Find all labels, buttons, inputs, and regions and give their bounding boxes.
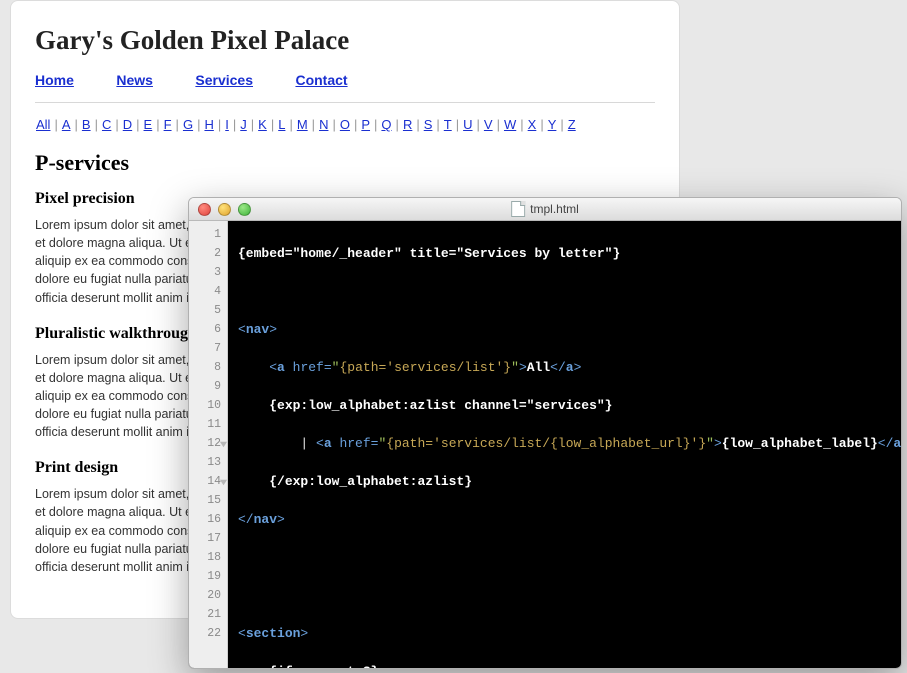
az-link-all[interactable]: All <box>35 117 51 132</box>
line-number: 19 <box>189 567 227 586</box>
az-link-c[interactable]: C <box>101 117 112 132</box>
az-separator: | <box>433 117 442 132</box>
az-separator: | <box>248 117 257 132</box>
az-link-h[interactable]: H <box>203 117 214 132</box>
az-separator: | <box>51 117 60 132</box>
line-gutter: 12345678910111213141516171819202122 <box>189 221 228 669</box>
window-title: tmpl.html <box>511 201 579 217</box>
line-number: 10 <box>189 396 227 415</box>
az-separator: | <box>474 117 483 132</box>
az-link-u[interactable]: U <box>462 117 473 132</box>
az-link-g[interactable]: G <box>182 117 194 132</box>
az-link-m[interactable]: M <box>296 117 309 132</box>
az-link-q[interactable]: Q <box>380 117 392 132</box>
line-number: 11 <box>189 415 227 434</box>
line-number: 15 <box>189 491 227 510</box>
fold-marker-icon[interactable] <box>219 437 228 446</box>
az-link-f[interactable]: F <box>163 117 173 132</box>
az-link-s[interactable]: S <box>423 117 434 132</box>
site-title: Gary's Golden Pixel Palace <box>35 25 655 56</box>
filename: tmpl.html <box>530 202 579 216</box>
line-number: 8 <box>189 358 227 377</box>
line-number: 22 <box>189 624 227 643</box>
az-separator: | <box>413 117 422 132</box>
az-separator: | <box>133 117 142 132</box>
az-link-v[interactable]: V <box>483 117 494 132</box>
az-link-o[interactable]: O <box>339 117 351 132</box>
line-number: 17 <box>189 529 227 548</box>
az-link-t[interactable]: T <box>443 117 453 132</box>
section-heading: P-services <box>35 150 655 176</box>
fold-marker-icon[interactable] <box>219 475 228 484</box>
nav-services[interactable]: Services <box>195 72 253 88</box>
code-editor-window: tmpl.html 123456789101112131415161718192… <box>188 197 902 669</box>
az-separator: | <box>153 117 162 132</box>
az-link-w[interactable]: W <box>503 117 517 132</box>
line-number: 12 <box>189 434 227 453</box>
az-link-r[interactable]: R <box>402 117 413 132</box>
az-separator: | <box>371 117 380 132</box>
line-number: 21 <box>189 605 227 624</box>
window-titlebar[interactable]: tmpl.html <box>189 198 901 221</box>
az-separator: | <box>517 117 526 132</box>
az-link-y[interactable]: Y <box>547 117 558 132</box>
alphabet-nav: All|A|B|C|D|E|F|G|H|I|J|K|L|M|N|O|P|Q|R|… <box>35 117 655 132</box>
nav-contact[interactable]: Contact <box>295 72 347 88</box>
az-link-z[interactable]: Z <box>567 117 577 132</box>
az-link-b[interactable]: B <box>81 117 92 132</box>
line-number: 14 <box>189 472 227 491</box>
az-separator: | <box>453 117 462 132</box>
line-number: 5 <box>189 301 227 320</box>
minimize-icon[interactable] <box>218 203 231 216</box>
az-separator: | <box>72 117 81 132</box>
line-number: 2 <box>189 244 227 263</box>
az-separator: | <box>112 117 121 132</box>
line-number: 6 <box>189 320 227 339</box>
code-area[interactable]: {embed="home/_header" title="Services by… <box>228 221 901 669</box>
line-number: 3 <box>189 263 227 282</box>
az-separator: | <box>309 117 318 132</box>
line-number: 20 <box>189 586 227 605</box>
line-number: 7 <box>189 339 227 358</box>
az-link-k[interactable]: K <box>257 117 268 132</box>
az-separator: | <box>393 117 402 132</box>
zoom-icon[interactable] <box>238 203 251 216</box>
traffic-lights <box>189 203 251 216</box>
nav-home[interactable]: Home <box>35 72 74 88</box>
file-icon <box>511 201 525 217</box>
az-separator: | <box>173 117 182 132</box>
az-link-d[interactable]: D <box>122 117 133 132</box>
az-separator: | <box>351 117 360 132</box>
line-number: 13 <box>189 453 227 472</box>
az-link-e[interactable]: E <box>143 117 154 132</box>
line-number: 1 <box>189 225 227 244</box>
editor-body: 12345678910111213141516171819202122 {emb… <box>189 221 901 669</box>
az-link-x[interactable]: X <box>527 117 538 132</box>
az-link-j[interactable]: J <box>239 117 248 132</box>
line-number: 18 <box>189 548 227 567</box>
line-number: 16 <box>189 510 227 529</box>
main-nav: Home News Services Contact <box>35 72 655 90</box>
az-separator: | <box>557 117 566 132</box>
az-separator: | <box>92 117 101 132</box>
close-icon[interactable] <box>198 203 211 216</box>
line-number: 9 <box>189 377 227 396</box>
az-separator: | <box>494 117 503 132</box>
nav-news[interactable]: News <box>116 72 153 88</box>
az-separator: | <box>286 117 295 132</box>
az-separator: | <box>215 117 224 132</box>
az-separator: | <box>230 117 239 132</box>
az-link-n[interactable]: N <box>318 117 329 132</box>
az-separator: | <box>329 117 338 132</box>
az-link-p[interactable]: P <box>360 117 371 132</box>
az-link-a[interactable]: A <box>61 117 72 132</box>
az-separator: | <box>268 117 277 132</box>
az-separator: | <box>537 117 546 132</box>
line-number: 4 <box>189 282 227 301</box>
divider <box>35 102 655 103</box>
